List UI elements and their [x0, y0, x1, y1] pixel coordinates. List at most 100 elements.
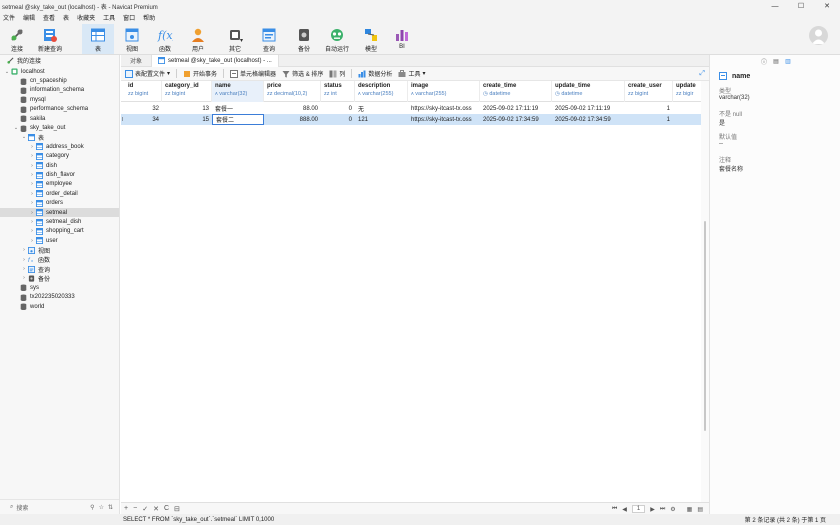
menu-window[interactable]: 窗口 [120, 13, 140, 22]
column-header-name[interactable]: name ᴀ varchar(32) [212, 81, 264, 102]
chevron-right-icon[interactable]: › [21, 266, 27, 272]
toolbar-table-button[interactable]: 表 [82, 24, 114, 54]
toolbar-automation-button[interactable]: 自动运行 [323, 24, 351, 54]
table-row-selected[interactable]: I 34 15 套餐二 888.00 0 121 https://sky-itc… [121, 114, 701, 125]
toolbar-model-button[interactable]: 模型 [361, 24, 381, 54]
form-view-icon[interactable]: ▤ [697, 506, 703, 513]
delete-record-button[interactable]: − [133, 505, 137, 513]
chevron-right-icon[interactable]: › [29, 163, 35, 169]
chevron-right-icon[interactable]: › [29, 153, 35, 159]
cell-update-user[interactable] [673, 114, 701, 125]
chevron-right-icon[interactable]: › [29, 144, 35, 150]
chevron-right-icon[interactable]: › [29, 200, 35, 206]
tree-item[interactable]: information_schema [0, 86, 119, 95]
tree-item[interactable]: tx202235020333 [0, 293, 119, 302]
prev-page-button[interactable]: ◀ [622, 506, 627, 513]
chevron-right-icon[interactable]: › [29, 238, 35, 244]
menu-tools[interactable]: 工具 [100, 13, 120, 22]
favorite-icon[interactable]: ☆ [99, 504, 104, 511]
column-header-id[interactable]: id ᴢᴢ bigint [125, 81, 162, 102]
sort-icon[interactable]: ⇅ [108, 504, 113, 511]
next-page-button[interactable]: ▶ [650, 506, 655, 513]
cell-create-user[interactable]: 1 [625, 103, 673, 114]
tab-objects[interactable]: 对象 [121, 56, 151, 65]
cell-status[interactable]: 0 [321, 114, 355, 125]
toolbar-other-button[interactable]: ▾ 其它 [222, 24, 248, 54]
tree-item[interactable]: › setmeal_dish [0, 217, 119, 226]
data-analysis-button[interactable]: 数据分析 [358, 69, 392, 78]
cell-update-user[interactable] [673, 103, 701, 114]
column-header-image[interactable]: image ᴀ varchar(255) [408, 81, 480, 102]
cell-price[interactable]: 88.00 [264, 103, 321, 114]
cell-create-user[interactable]: 1 [625, 114, 673, 125]
cell-update-time[interactable]: 2025-09-02 17:34:59 [552, 114, 625, 125]
tree-item[interactable]: › orders [0, 199, 119, 208]
cell-category-id[interactable]: 13 [162, 103, 212, 114]
tree-item[interactable]: mysql [0, 95, 119, 104]
close-button[interactable]: ✕ [814, 0, 840, 12]
grid-view-icon[interactable]: ▦ [687, 506, 693, 513]
tree-item[interactable]: world [0, 302, 119, 311]
chevron-right-icon[interactable]: › [29, 210, 35, 216]
column-header-description[interactable]: description ᴀ varchar(255) [355, 81, 408, 102]
minimize-button[interactable]: — [762, 0, 788, 12]
chevron-right-icon[interactable]: › [29, 172, 35, 178]
cell-image[interactable]: https://sky-itcast-tx.oss [408, 114, 480, 125]
grid-scrollbar-thumb[interactable] [704, 221, 706, 431]
column-header-update-user[interactable]: update ᴢᴢ bigir [673, 81, 701, 102]
cell-name[interactable]: 套餐一 [212, 103, 264, 114]
maximize-button[interactable]: ☐ [788, 0, 814, 12]
chevron-down-icon[interactable]: ⌄ [4, 69, 10, 75]
menu-favorites[interactable]: 收藏夹 [74, 13, 100, 22]
column-header-category-id[interactable]: category_id ᴢᴢ bigint [162, 81, 212, 102]
chevron-right-icon[interactable]: › [29, 191, 35, 197]
tree-item[interactable]: › dish [0, 161, 119, 170]
cell-category-id[interactable]: 15 [162, 114, 212, 125]
last-page-button[interactable]: ⏭ [660, 506, 665, 513]
tree-item[interactable]: › address_book [0, 142, 119, 151]
toolbar-user-button[interactable]: 用户 [188, 24, 208, 54]
filter-icon[interactable]: ⚲ [90, 504, 94, 511]
toolbar-bi-button[interactable]: BI [392, 24, 412, 54]
cell-create-time[interactable]: 2025-09-02 17:34:59 [480, 114, 552, 125]
cell-status[interactable]: 0 [321, 103, 355, 114]
tree-item[interactable]: › f x 函数 [0, 255, 119, 265]
toolbar-connection-button[interactable]: 连接 [6, 24, 28, 54]
tree-item[interactable]: sys [0, 283, 119, 292]
chevron-right-icon[interactable]: › [29, 219, 35, 225]
cell-update-time[interactable]: 2025-09-02 17:11:19 [552, 103, 625, 114]
column-header-status[interactable]: status ᴢᴢ int [321, 81, 355, 102]
cell-image[interactable]: https://sky-itcast-tx.oss [408, 103, 480, 114]
expand-icon[interactable]: ⤢ [699, 70, 705, 78]
cell-editor-button[interactable]: 单元格编辑器 [230, 69, 276, 78]
cell-price[interactable]: 888.00 [264, 114, 321, 125]
toolbar-backup-button[interactable]: 备份 [294, 24, 314, 54]
cell-name-editor[interactable]: 套餐二 [212, 114, 264, 125]
begin-transaction-button[interactable]: 开始事务 [183, 69, 217, 78]
sidebar-search-input[interactable]: 搜索 [16, 503, 28, 512]
chevron-right-icon[interactable]: › [21, 275, 27, 281]
chevron-down-icon[interactable]: ⌄ [21, 134, 27, 140]
tree-item[interactable]: cn_spaceship [0, 76, 119, 85]
toolbar-query-button[interactable]: 查询 [259, 24, 279, 54]
table-row[interactable]: 32 13 套餐一 88.00 0 无 https://sky-itcast-t… [121, 103, 701, 114]
chevron-right-icon[interactable]: › [29, 181, 35, 187]
menu-edit[interactable]: 编辑 [20, 13, 40, 22]
column-header-price[interactable]: price ᴢᴢ decimal(10,2) [264, 81, 321, 102]
stop-button[interactable]: ⊟ [174, 505, 180, 513]
tree-item[interactable]: › 备份 [0, 274, 119, 283]
filter-sort-button[interactable]: 筛选 & 排序 [282, 69, 323, 78]
chevron-down-icon[interactable]: ⌄ [13, 125, 19, 131]
tree-item[interactable]: › order_detail [0, 189, 119, 198]
apply-changes-button[interactable]: ✓ [142, 505, 148, 513]
tree-item[interactable]: › 查询 [0, 264, 119, 274]
first-page-button[interactable]: ⏮ [612, 506, 617, 513]
chevron-right-icon[interactable]: › [21, 257, 27, 263]
column-header-create-time[interactable]: create_time ◷ datetime [480, 81, 552, 102]
table-profile-button[interactable]: 表配置文件 ▾ [125, 69, 170, 78]
cell-description[interactable]: 无 [355, 103, 408, 114]
page-number-input[interactable]: 1 [631, 505, 646, 513]
refresh-button[interactable]: C [164, 505, 169, 513]
settings-icon[interactable]: ⚙ [670, 506, 675, 513]
tree-item[interactable]: sakila [0, 114, 119, 123]
